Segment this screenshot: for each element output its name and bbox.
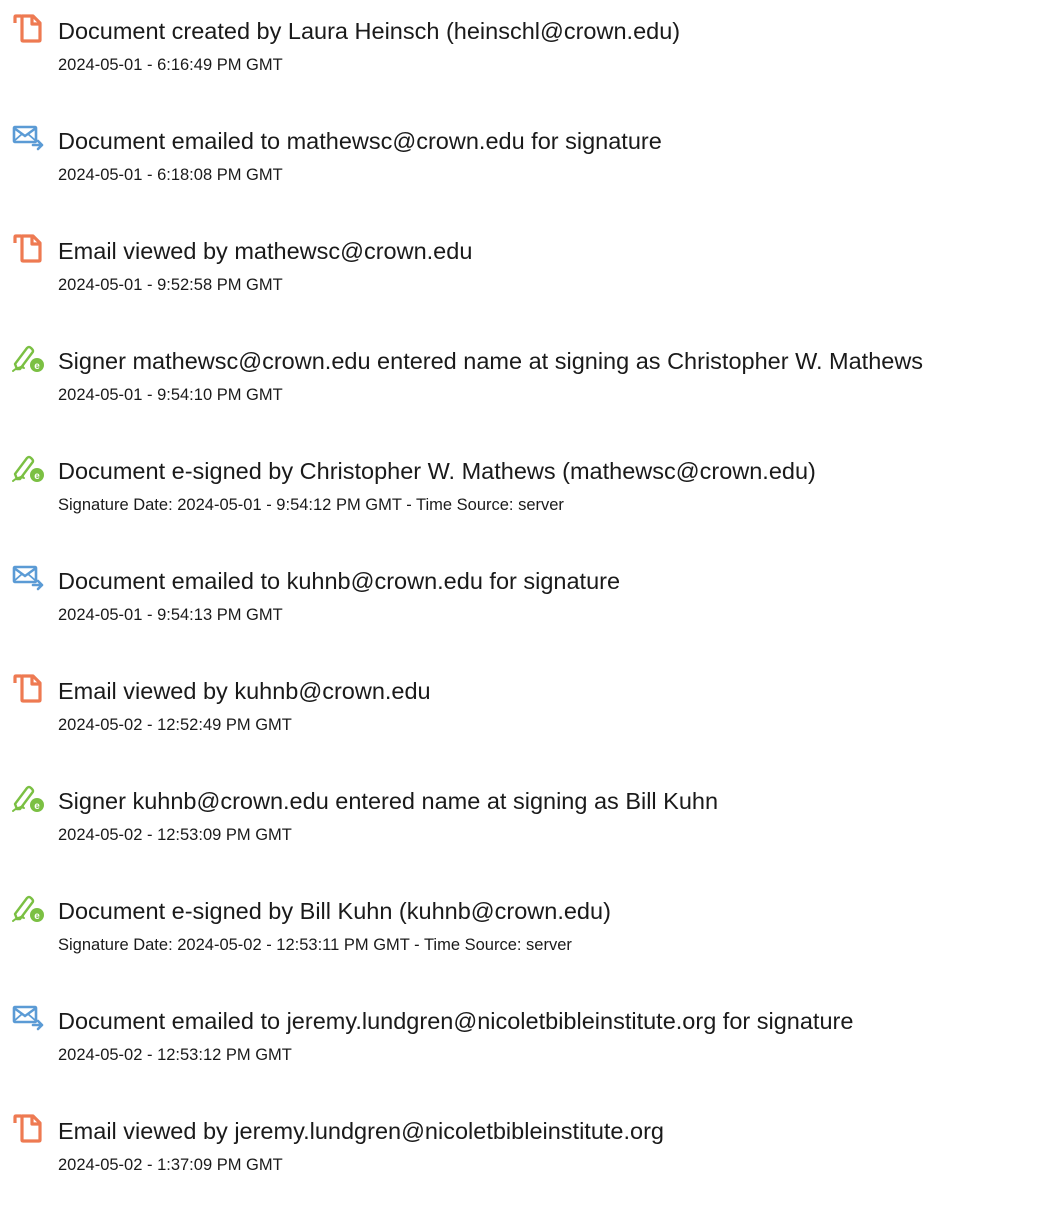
audit-event: Email viewed by mathewsc@crown.edu 2024-… bbox=[0, 230, 1039, 320]
event-timestamp: 2024-05-02 - 12:53:12 PM GMT bbox=[58, 1046, 292, 1064]
audit-event: e Signer kuhnb@crown.edu entered name at… bbox=[0, 780, 1039, 870]
svg-text:e: e bbox=[34, 471, 40, 482]
event-title: Email viewed by kuhnb@crown.edu bbox=[58, 678, 431, 704]
event-title: Document e-signed by Christopher W. Math… bbox=[58, 458, 816, 484]
event-timestamp: 2024-05-01 - 6:18:08 PM GMT bbox=[58, 166, 283, 184]
event-title: Signer kuhnb@crown.edu entered name at s… bbox=[58, 788, 719, 814]
event-title: Signer mathewsc@crown.edu entered name a… bbox=[58, 348, 924, 374]
audit-event: e Signer mathewsc@crown.edu entered name… bbox=[0, 340, 1039, 430]
audit-event: Document emailed to kuhnb@crown.edu for … bbox=[0, 560, 1039, 650]
event-title: Document e-signed by Bill Kuhn (kuhnb@cr… bbox=[58, 898, 611, 924]
document-icon bbox=[11, 670, 45, 704]
document-icon bbox=[11, 1110, 45, 1144]
audit-event: e Document e-signed by Christopher W. Ma… bbox=[0, 450, 1039, 540]
audit-event: Document emailed to mathewsc@crown.edu f… bbox=[0, 120, 1039, 210]
event-timestamp: 2024-05-02 - 12:53:09 PM GMT bbox=[58, 826, 292, 844]
event-title: Document emailed to mathewsc@crown.edu f… bbox=[58, 128, 662, 154]
audit-event: Document emailed to jeremy.lundgren@nico… bbox=[0, 1000, 1039, 1090]
event-title: Email viewed by mathewsc@crown.edu bbox=[58, 238, 473, 264]
audit-event: Document created by Laura Heinsch (heins… bbox=[0, 10, 1039, 100]
event-timestamp: 2024-05-01 - 9:52:58 PM GMT bbox=[58, 276, 283, 294]
audit-event: Email viewed by jeremy.lundgren@nicoletb… bbox=[0, 1110, 1039, 1200]
event-timestamp: 2024-05-01 - 9:54:13 PM GMT bbox=[58, 606, 283, 624]
email-sent-icon bbox=[11, 560, 45, 594]
pen-sign-icon: e bbox=[11, 890, 45, 924]
event-timestamp: 2024-05-01 - 9:54:10 PM GMT bbox=[58, 386, 283, 404]
audit-event: e Document e-signed by Bill Kuhn (kuhnb@… bbox=[0, 890, 1039, 980]
svg-text:e: e bbox=[34, 361, 40, 372]
event-title: Document created by Laura Heinsch (heins… bbox=[58, 18, 681, 44]
email-sent-icon bbox=[11, 1000, 45, 1034]
audit-event: Email viewed by kuhnb@crown.edu 2024-05-… bbox=[0, 670, 1039, 760]
event-timestamp: 2024-05-02 - 12:52:49 PM GMT bbox=[58, 716, 292, 734]
event-timestamp: 2024-05-01 - 6:16:49 PM GMT bbox=[58, 56, 283, 74]
document-icon bbox=[11, 230, 45, 264]
event-title: Document emailed to jeremy.lundgren@nico… bbox=[58, 1008, 854, 1034]
email-sent-icon bbox=[11, 120, 45, 154]
svg-text:e: e bbox=[34, 911, 40, 922]
signature-date: Signature Date: 2024-05-02 - 12:53:11 PM… bbox=[58, 936, 572, 954]
event-title: Document emailed to kuhnb@crown.edu for … bbox=[58, 568, 621, 594]
svg-text:e: e bbox=[34, 801, 40, 812]
event-timestamp: 2024-05-02 - 1:37:09 PM GMT bbox=[58, 1156, 283, 1174]
pen-sign-icon: e bbox=[11, 340, 45, 374]
signature-date: Signature Date: 2024-05-01 - 9:54:12 PM … bbox=[58, 496, 564, 514]
pen-sign-icon: e bbox=[11, 450, 45, 484]
document-icon bbox=[11, 10, 45, 44]
event-title: Email viewed by jeremy.lundgren@nicoletb… bbox=[58, 1118, 664, 1144]
pen-sign-icon: e bbox=[11, 780, 45, 814]
